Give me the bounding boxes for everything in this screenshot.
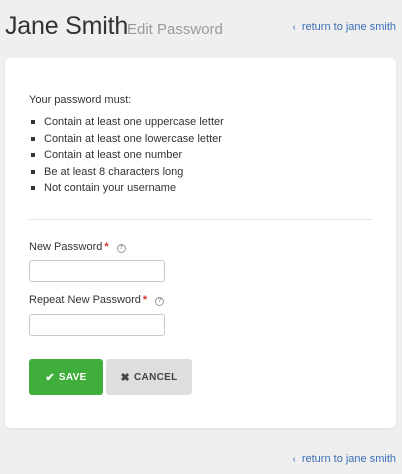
password-rule-item: Be at least 8 characters long bbox=[29, 164, 224, 181]
user-name-title: Jane Smith bbox=[5, 12, 129, 40]
password-rule-item: Contain at least one number bbox=[29, 147, 224, 164]
repeat-password-input[interactable] bbox=[29, 314, 165, 336]
repeat-password-label: Repeat New Password *? bbox=[29, 294, 165, 306]
edit-password-card: Your password must: Contain at least one… bbox=[5, 58, 396, 428]
new-password-label-text: New Password bbox=[29, 241, 103, 253]
page-header: Jane Smith Edit Password ‹ return to jane… bbox=[0, 0, 402, 56]
page-subtitle: Edit Password bbox=[127, 21, 223, 38]
password-rules-list: Contain at least one uppercase letter Co… bbox=[29, 114, 224, 197]
chevron-left-icon: ‹ bbox=[292, 454, 296, 465]
password-rule-item: Not contain your username bbox=[29, 180, 224, 197]
checkmark-icon: ✔ bbox=[45, 371, 55, 384]
save-button[interactable]: ✔ SAVE bbox=[29, 359, 103, 395]
password-rules-title: Your password must: bbox=[29, 94, 132, 106]
password-rule-item: Contain at least one uppercase letter bbox=[29, 114, 224, 131]
password-rule-item: Contain at least one lowercase letter bbox=[29, 131, 224, 148]
return-link-label: return to jane smith bbox=[301, 453, 396, 465]
return-link-bottom[interactable]: ‹ return to jane smith bbox=[293, 453, 397, 465]
help-icon[interactable]: ? bbox=[116, 244, 126, 253]
chevron-left-icon: ‹ bbox=[292, 22, 296, 33]
help-icon[interactable]: ? bbox=[155, 297, 165, 306]
repeat-password-label-text: Repeat New Password bbox=[29, 294, 141, 306]
cancel-button-label: CANCEL bbox=[134, 371, 178, 383]
new-password-label: New Password *? bbox=[29, 241, 126, 253]
cancel-button[interactable]: ✖ CANCEL bbox=[106, 359, 192, 395]
required-marker: * bbox=[104, 241, 109, 253]
return-link-top[interactable]: ‹ return to jane smith bbox=[293, 21, 397, 33]
new-password-input[interactable] bbox=[29, 260, 165, 282]
return-link-label: return to jane smith bbox=[301, 21, 396, 33]
required-marker: * bbox=[142, 294, 148, 306]
save-button-label: SAVE bbox=[58, 371, 87, 383]
divider bbox=[29, 219, 372, 220]
x-icon: ✖ bbox=[120, 371, 131, 384]
